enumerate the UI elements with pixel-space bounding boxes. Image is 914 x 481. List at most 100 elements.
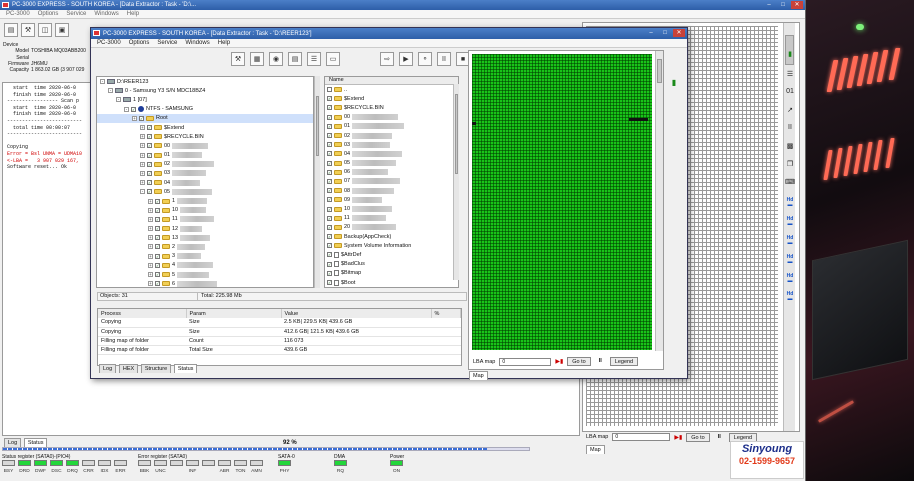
checkbox[interactable]: ✓: [155, 244, 160, 250]
hd-port-2-icon[interactable]: Hd ▬: [783, 217, 797, 228]
list-item[interactable]: ✓ 08: [325, 186, 458, 195]
tree-item[interactable]: + ✓ 04: [97, 178, 313, 187]
checkbox[interactable]: ✓: [327, 215, 332, 221]
outer-lba-arrow-icon[interactable]: ▶▮: [674, 434, 682, 441]
search-icon[interactable]: ◉: [269, 52, 283, 66]
hd-port-6-icon[interactable]: Hd ▬: [783, 292, 797, 303]
checkbox[interactable]: ✓: [139, 115, 144, 121]
tree-item[interactable]: + ✓ 5: [97, 270, 313, 279]
drive-icon[interactable]: ◫: [38, 23, 52, 37]
binary-icon[interactable]: 01: [783, 88, 797, 99]
checkbox[interactable]: ✓: [327, 234, 332, 240]
checkbox[interactable]: ✓: [155, 253, 160, 259]
hdd-icon[interactable]: ▣: [55, 23, 69, 37]
checkbox[interactable]: ✓: [147, 180, 152, 186]
partition-icon[interactable]: ▦: [250, 52, 264, 66]
tools-icon[interactable]: ⚒: [21, 23, 35, 37]
hd-port-5-icon[interactable]: Hd ▬: [783, 274, 797, 285]
list-item[interactable]: ✓ 01: [325, 122, 458, 131]
tree-item[interactable]: + ✓ 2: [97, 242, 313, 251]
tree-item[interactable]: + ✓ 11: [97, 215, 313, 224]
table-header[interactable]: Param: [186, 309, 282, 318]
inner-legend-button[interactable]: Legend: [609, 357, 639, 366]
list-item[interactable]: ✓ 07: [325, 177, 458, 186]
inner-menu-options[interactable]: Options: [129, 40, 150, 46]
checkbox[interactable]: ✓: [327, 160, 332, 166]
inner-maximize-icon[interactable]: □: [659, 29, 671, 37]
map-scrollbar[interactable]: [655, 51, 663, 351]
checkbox[interactable]: ✓: [327, 114, 332, 120]
checkbox[interactable]: ✓: [327, 270, 332, 276]
expand-icon[interactable]: -: [140, 189, 145, 195]
list-item[interactable]: ✓ 06: [325, 168, 458, 177]
tree-item[interactable]: + ✓ 03: [97, 169, 313, 178]
list-item[interactable]: ✓ $Bitmap: [325, 269, 458, 278]
drive-green-icon[interactable]: ▮: [667, 78, 681, 90]
tree-item-selected[interactable]: + ✓ Root: [97, 113, 313, 123]
tab-status[interactable]: Status: [23, 438, 48, 447]
checkbox[interactable]: ✓: [327, 188, 332, 194]
list-item[interactable]: ✓ System Volume Information: [325, 241, 458, 250]
checkbox[interactable]: ✓: [131, 106, 136, 112]
tree-item[interactable]: + ✓ 02: [97, 160, 313, 169]
expand-icon[interactable]: +: [140, 170, 145, 176]
drive-green-icon[interactable]: ▮: [783, 50, 797, 61]
list-item[interactable]: ✓ $Boot: [325, 278, 458, 287]
checkbox[interactable]: ✓: [327, 280, 332, 286]
tree-item[interactable]: + ✓ $RECYCLE.BIN: [97, 132, 313, 141]
expand-icon[interactable]: +: [148, 262, 153, 268]
hd-port-4-icon[interactable]: Hd ▬: [783, 255, 797, 266]
folder-tree-icon[interactable]: ▤: [288, 52, 302, 66]
checkbox[interactable]: ✓: [327, 197, 332, 203]
copy-icon[interactable]: ❐: [783, 160, 797, 171]
terminal-icon[interactable]: ⌨: [783, 178, 797, 189]
expand-icon[interactable]: +: [140, 143, 145, 149]
list-item[interactable]: ✓ $BadClus: [325, 260, 458, 269]
lba-sector-map[interactable]: [472, 54, 652, 350]
checkbox[interactable]: ✓: [155, 226, 160, 232]
pause-icon[interactable]: II: [437, 52, 451, 66]
outer-lba-input[interactable]: 0: [612, 433, 671, 441]
list-item[interactable]: ✓ $AttrDef: [325, 250, 458, 259]
table-row[interactable]: Copying Size 412.6 GB| 121.5 KB| 439.6 GB: [98, 327, 461, 337]
list-item[interactable]: ✓ 04: [325, 149, 458, 158]
checkbox[interactable]: ✓: [327, 142, 332, 148]
inner-map-tab[interactable]: Map: [469, 371, 488, 380]
checkbox[interactable]: ✓: [147, 143, 152, 149]
inner-minimize-icon[interactable]: –: [645, 29, 657, 37]
checkbox[interactable]: [327, 87, 332, 93]
list-item[interactable]: ✓ 09: [325, 195, 458, 204]
tree-item[interactable]: + ✓ 4: [97, 261, 313, 270]
tree-item[interactable]: + ✓ 1: [97, 196, 313, 205]
list-item[interactable]: ✓ 10: [325, 204, 458, 213]
tab-structure[interactable]: Structure: [140, 364, 172, 373]
checkbox[interactable]: ✓: [155, 216, 160, 222]
tools-icon[interactable]: ⚒: [231, 52, 245, 66]
table-row[interactable]: Filling map of folder Count 116 073: [98, 336, 461, 346]
tree-item[interactable]: - ✓ NTFS - SAMSUNG: [97, 105, 313, 114]
tree-item[interactable]: + ✓ 01: [97, 151, 313, 160]
play-icon[interactable]: ▶: [399, 52, 413, 66]
table-header[interactable]: %: [431, 309, 461, 318]
inner-menu-help[interactable]: Help: [218, 40, 230, 46]
checkbox[interactable]: ✓: [147, 170, 152, 176]
list-item[interactable]: ✓ 02: [325, 131, 458, 140]
tree-item[interactable]: + ✓ 3: [97, 252, 313, 261]
checkbox[interactable]: ✓: [155, 281, 160, 287]
chart-icon[interactable]: ▩: [783, 142, 797, 153]
menu-options[interactable]: Options: [38, 11, 59, 17]
tree-item[interactable]: - 0 - Samsung Y3 S/N MDC18BZ4: [97, 86, 313, 95]
tree-scrollbar[interactable]: [314, 76, 320, 288]
expand-icon[interactable]: +: [140, 152, 145, 158]
export-icon[interactable]: ▭: [326, 52, 340, 66]
table-row[interactable]: Filling map of folder Total Size 439.6 GB: [98, 345, 461, 355]
checkbox[interactable]: ✓: [147, 161, 152, 167]
list-item[interactable]: ✓ 11: [325, 214, 458, 223]
list-item[interactable]: ✓ 00: [325, 113, 458, 122]
expand-icon[interactable]: +: [148, 253, 153, 259]
menu-pc3000[interactable]: PC-3000: [6, 11, 30, 17]
inner-menu-service[interactable]: Service: [157, 40, 177, 46]
expand-icon[interactable]: +: [148, 198, 153, 204]
tab-log[interactable]: Log: [99, 364, 117, 373]
checkbox[interactable]: ✓: [147, 125, 152, 131]
